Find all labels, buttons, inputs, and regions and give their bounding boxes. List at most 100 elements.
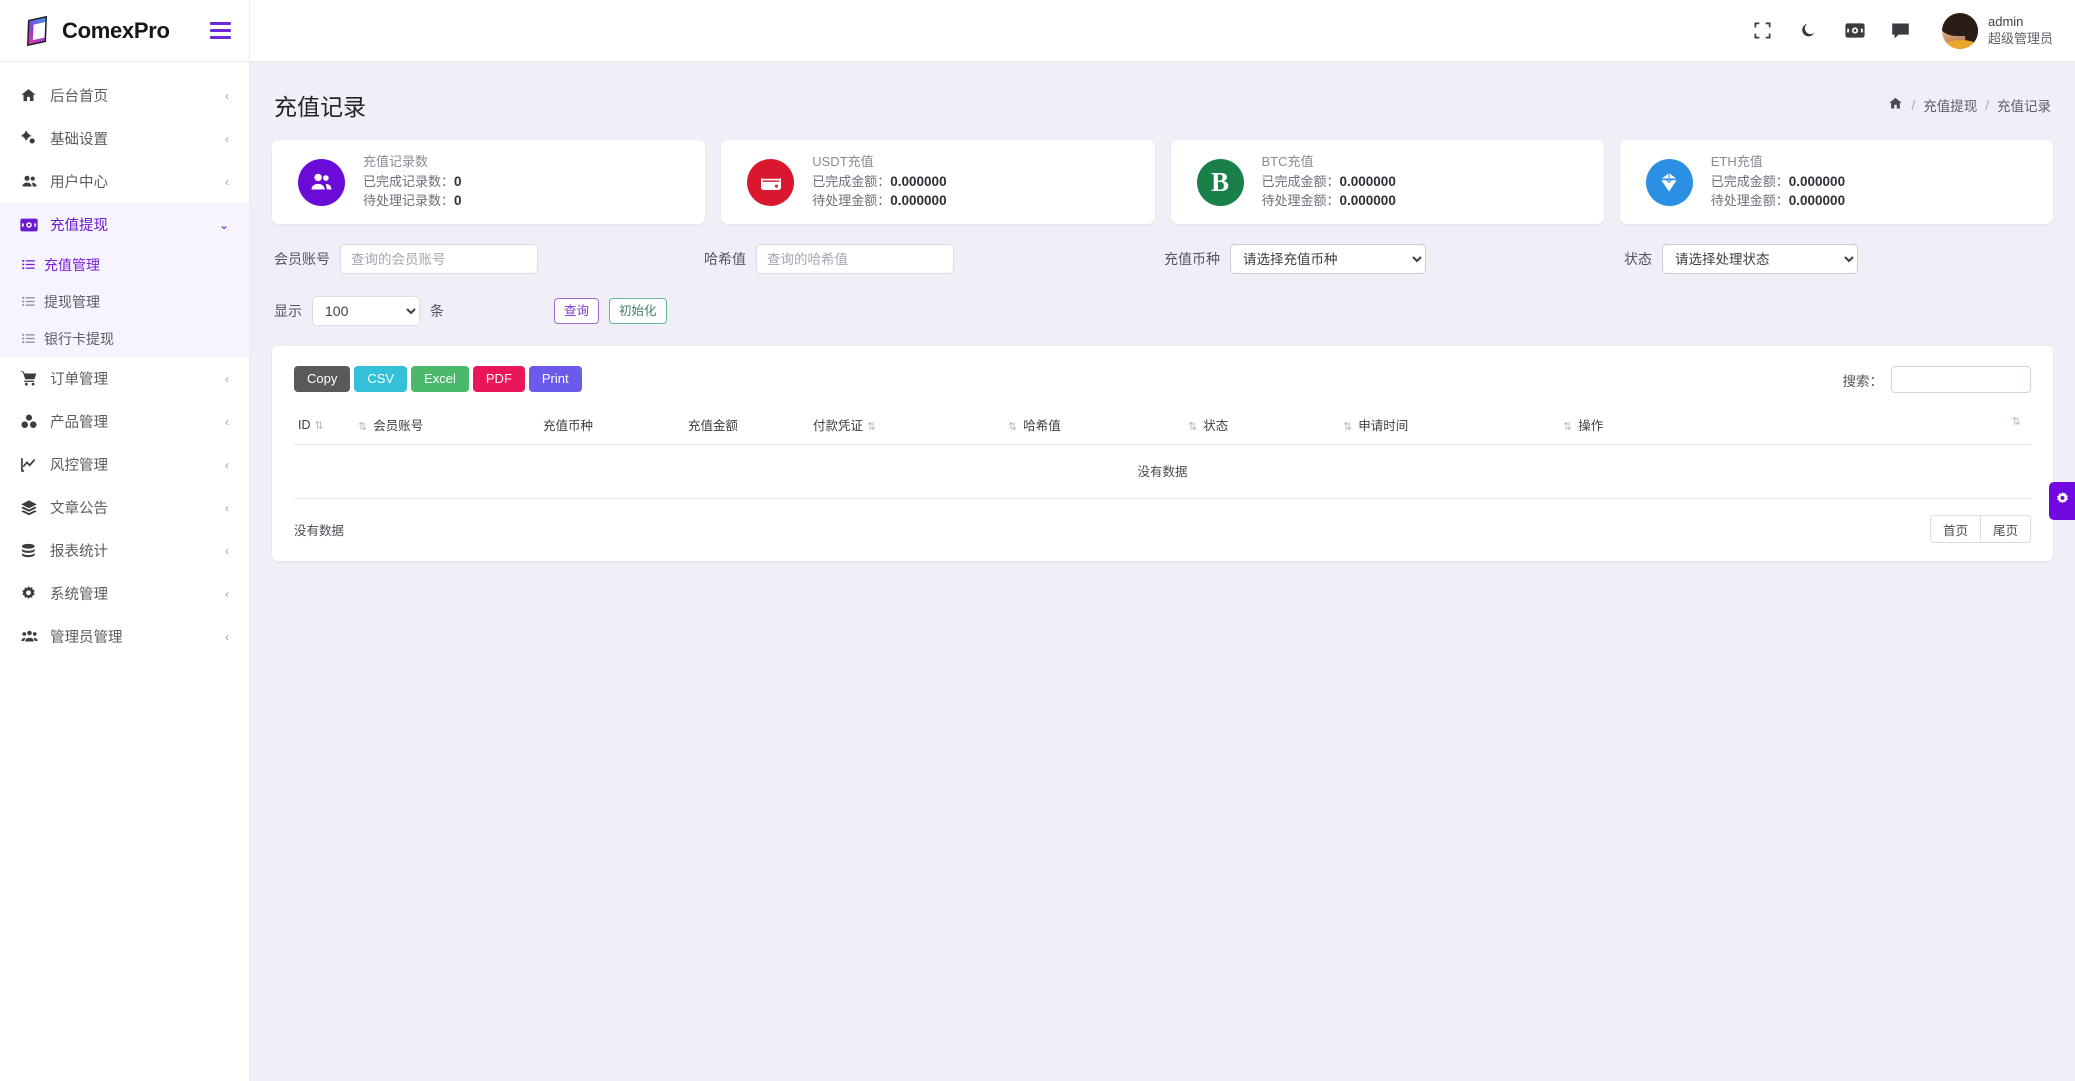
sidebar-item-user-center[interactable]: 用户中心 ‹ — [0, 160, 249, 203]
sidebar-item-dashboard[interactable]: 后台首页 ‹ — [0, 74, 249, 117]
print-button[interactable]: Print — [529, 366, 582, 392]
user-group-icon — [20, 628, 46, 645]
stat-card-line1-label: 已完成记录数： — [363, 174, 454, 189]
sidebar-item-label: 订单管理 — [46, 368, 225, 389]
content-area: 充值记录 / 充值提现 / 充值记录 — [250, 62, 2075, 1081]
sidebar-subitem-label: 提现管理 — [44, 292, 100, 312]
first-page-button[interactable]: 首页 — [1930, 515, 1981, 543]
sidebar-item-recharge-withdraw[interactable]: 充值提现 ⌄ — [0, 203, 249, 246]
sidebar-item-label: 系统管理 — [46, 583, 225, 604]
hash-value-input[interactable] — [756, 244, 954, 274]
topbar: admin 超级管理员 — [250, 0, 2075, 62]
column-amount[interactable]: 充值金额 — [684, 407, 809, 445]
stat-card-title: ETH充值 — [1711, 153, 1845, 172]
stat-card-line2-value: 0.000000 — [890, 193, 946, 208]
search-input[interactable] — [1891, 366, 2031, 393]
table-body: 没有数据 — [294, 445, 2031, 499]
sidebar-item-label: 用户中心 — [46, 171, 225, 192]
stat-card-title: 充值记录数 — [363, 153, 462, 172]
csv-button[interactable]: CSV — [354, 366, 407, 392]
filter-status-label: 状态 — [1624, 249, 1652, 269]
stat-card-line1-value: 0 — [454, 174, 462, 189]
stat-card-line2-label: 待处理金额： — [1262, 193, 1340, 208]
column-hash[interactable]: ⇅哈希值 — [1004, 407, 1184, 445]
member-account-input[interactable] — [340, 244, 538, 274]
page-size-select[interactable]: 100 — [312, 296, 420, 326]
status-select[interactable]: 请选择处理状态 — [1662, 244, 1858, 274]
stat-card-line1-value: 0.000000 — [890, 174, 946, 189]
table-empty-text: 没有数据 — [294, 445, 2031, 499]
filter-status: 状态 请选择处理状态 — [1624, 244, 1858, 274]
filter-coin-label: 充值币种 — [1164, 249, 1220, 269]
sidebar-item-articles[interactable]: 文章公告 ‹ — [0, 486, 249, 529]
app-root: ComexPro 后台首页 ‹ 基础设置 ‹ — [0, 0, 2075, 1081]
coin-type-select[interactable]: 请选择充值币种 — [1230, 244, 1426, 274]
sidebar-item-basic-settings[interactable]: 基础设置 ‹ — [0, 117, 249, 160]
main-area: admin 超级管理员 充值记录 / 充值提现 / 充值记录 — [250, 0, 2075, 1081]
sidebar-item-admin-management[interactable]: 管理员管理 ‹ — [0, 615, 249, 658]
sidebar-item-recharge-management[interactable]: 充值管理 — [0, 246, 249, 283]
column-member-account[interactable]: ⇅ 会员账号 — [354, 407, 539, 445]
layers-icon — [20, 499, 46, 516]
stat-card-btc: B BTC充值 已完成金额：0.000000 待处理金额：0.000000 — [1171, 140, 1604, 224]
column-id[interactable]: ID⇅ — [294, 407, 354, 445]
dark-mode-moon-icon[interactable] — [1786, 11, 1832, 51]
sidebar: ComexPro 后台首页 ‹ 基础设置 ‹ — [0, 0, 250, 1081]
money-bill-icon[interactable] — [1832, 11, 1878, 51]
breadcrumb-parent[interactable]: 充值提现 — [1923, 95, 1977, 115]
chevron-left-icon: ‹ — [225, 631, 229, 643]
bitcoin-b-icon: B — [1197, 159, 1244, 206]
chevron-left-icon: ‹ — [225, 373, 229, 385]
hamburger-menu-icon[interactable] — [210, 22, 231, 39]
coins-icon — [20, 542, 46, 559]
chevron-left-icon: ‹ — [225, 502, 229, 514]
show-label: 显示 — [274, 301, 302, 321]
column-payment-proof[interactable]: 付款凭证⇅ — [809, 407, 1004, 445]
copy-button[interactable]: Copy — [294, 366, 350, 392]
user-menu[interactable]: admin 超级管理员 — [1942, 13, 2053, 49]
excel-button[interactable]: Excel — [411, 366, 469, 392]
chevron-left-icon: ‹ — [225, 588, 229, 600]
column-label: 会员账号 — [373, 419, 423, 433]
sidebar-item-system-management[interactable]: 系统管理 ‹ — [0, 572, 249, 615]
stat-card-line2-label: 待处理金额： — [812, 193, 890, 208]
column-apply-time[interactable]: ⇅申请时间 — [1339, 407, 1559, 445]
last-page-button[interactable]: 尾页 — [1981, 515, 2031, 543]
filter-row: 会员账号 哈希值 充值币种 请选择充值币种 状态 请选择处理状态 — [272, 224, 2053, 274]
sidebar-item-reports[interactable]: 报表统计 ‹ — [0, 529, 249, 572]
sidebar-item-withdraw-management[interactable]: 提现管理 — [0, 283, 249, 320]
filter-coin: 充值币种 请选择充值币种 — [1164, 244, 1624, 274]
brand-header: ComexPro — [0, 0, 249, 62]
user-role: 超级管理员 — [1988, 31, 2053, 47]
column-status[interactable]: ⇅状态 — [1184, 407, 1339, 445]
filter-hash: 哈希值 — [704, 244, 1164, 274]
chevron-left-icon: ‹ — [225, 459, 229, 471]
breadcrumb-separator: / — [1911, 98, 1915, 113]
chat-bubble-icon[interactable] — [1878, 11, 1924, 51]
stat-card-line1-value: 0.000000 — [1340, 174, 1396, 189]
sidebar-item-product-management[interactable]: 产品管理 ‹ — [0, 400, 249, 443]
column-label: 申请时间 — [1358, 419, 1408, 433]
pdf-button[interactable]: PDF — [473, 366, 525, 392]
stat-card-eth: ETH充值 已完成金额：0.000000 待处理金额：0.000000 — [1620, 140, 2053, 224]
filter-hash-label: 哈希值 — [704, 249, 746, 269]
sort-icon: ⇅ — [358, 421, 367, 433]
stat-card-recharge-count: 充值记录数 已完成记录数：0 待处理记录数：0 — [272, 140, 705, 224]
pagination: 首页 尾页 — [1930, 515, 2031, 543]
settings-gear-tab[interactable] — [2049, 482, 2075, 520]
reset-button[interactable]: 初始化 — [609, 298, 667, 324]
sidebar-item-risk-management[interactable]: 风控管理 ‹ — [0, 443, 249, 486]
sort-icon: ⇅ — [1563, 421, 1572, 433]
column-coin-type[interactable]: 充值币种 — [539, 407, 684, 445]
column-operation[interactable]: ⇅ 操作 ⇅ — [1559, 407, 2031, 445]
home-icon — [20, 87, 46, 104]
sidebar-item-order-management[interactable]: 订单管理 ‹ — [0, 357, 249, 400]
brand-name: ComexPro — [62, 18, 200, 44]
query-button[interactable]: 查询 — [554, 298, 599, 324]
fullscreen-icon[interactable] — [1740, 11, 1786, 51]
sort-icon: ⇅ — [2012, 415, 2021, 428]
sidebar-item-bankcard-withdraw[interactable]: 银行卡提现 — [0, 320, 249, 357]
home-icon[interactable] — [1888, 96, 1903, 114]
sidebar-item-label: 风控管理 — [46, 454, 225, 475]
column-label: 操作 — [1578, 419, 1603, 433]
